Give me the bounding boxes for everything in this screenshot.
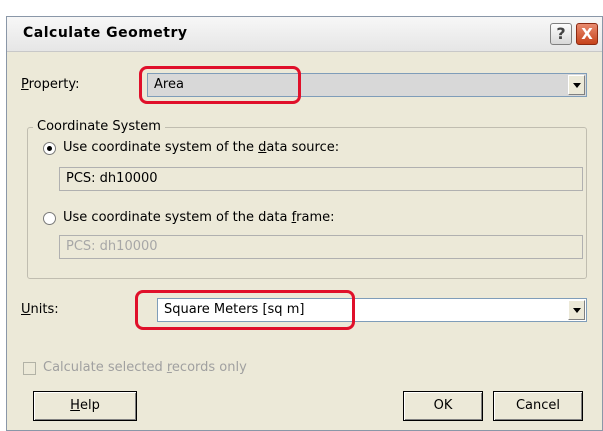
property-value: Area [154, 77, 184, 92]
property-dropdown-arrow[interactable] [568, 75, 585, 95]
cancel-button[interactable]: Cancel [493, 391, 583, 421]
property-dropdown[interactable]: Area [147, 73, 587, 97]
dialog-title: Calculate Geometry [23, 25, 188, 41]
data-source-cs-field: PCS: dh10000 [59, 167, 583, 191]
calculate-geometry-dialog: Calculate Geometry ? X Property: Area Co… [6, 16, 603, 431]
radio-data-frame[interactable] [43, 212, 56, 225]
help-button[interactable]: Help [33, 391, 137, 421]
chevron-down-icon [573, 308, 581, 313]
chevron-down-icon [573, 83, 581, 88]
units-dropdown[interactable]: Square Meters [sq m] [157, 298, 587, 322]
units-label: Units: [21, 302, 59, 317]
ok-button[interactable]: OK [403, 391, 483, 421]
property-label: Property: [21, 77, 80, 92]
units-dropdown-arrow[interactable] [568, 300, 585, 320]
radio-selected-dot [47, 146, 52, 151]
selected-records-label: Calculate selected records only [43, 360, 247, 375]
radio-data-source[interactable] [43, 142, 56, 155]
title-bar[interactable]: Calculate Geometry ? X [7, 17, 602, 52]
help-question-icon[interactable]: ? [550, 23, 572, 45]
close-icon[interactable]: X [576, 23, 598, 45]
coordinate-system-legend: Coordinate System [33, 119, 165, 134]
selected-records-checkbox[interactable] [23, 362, 36, 375]
radio-data-source-label[interactable]: Use coordinate system of the data source… [63, 140, 339, 155]
units-value: Square Meters [sq m] [164, 302, 305, 317]
data-frame-cs-field: PCS: dh10000 [59, 235, 583, 259]
radio-data-frame-label[interactable]: Use coordinate system of the data frame: [63, 210, 335, 225]
